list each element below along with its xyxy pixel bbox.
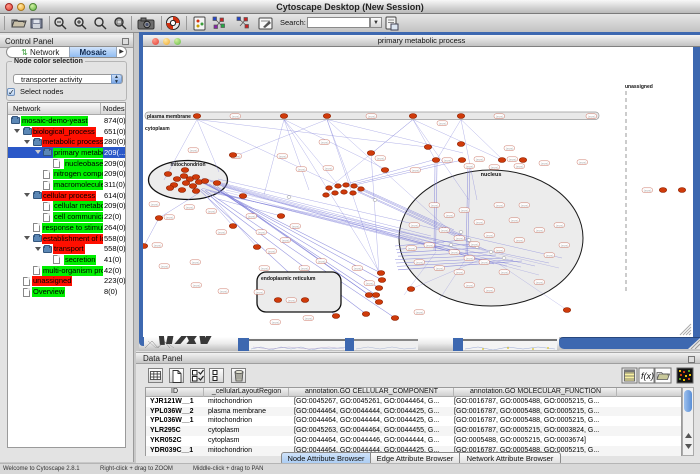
svg-text:(xxxx): (xxxx) — [546, 253, 554, 257]
svg-text:(xxxx): (xxxx) — [192, 260, 200, 264]
svg-text:(xxxx): (xxxx) — [166, 215, 174, 219]
svg-text:(xxxx): (xxxx) — [556, 223, 564, 227]
svg-text:(xxxx): (xxxx) — [288, 298, 296, 302]
svg-text:(xxxx): (xxxx) — [466, 283, 474, 287]
svg-text:(xxxx): (xxxx) — [416, 310, 424, 314]
svg-text:(xxxx): (xxxx) — [279, 154, 287, 158]
svg-text:(xxxx): (xxxx) — [268, 249, 276, 253]
svg-text:(xxxx): (xxxx) — [305, 316, 313, 320]
svg-text:mitochondrion: mitochondrion — [171, 162, 206, 168]
svg-text:(xxxx): (xxxx) — [509, 157, 517, 161]
svg-text:(xxxx): (xxxx) — [439, 121, 447, 125]
svg-text:(xxxx): (xxxx) — [154, 243, 162, 247]
svg-text:(xxxx): (xxxx) — [436, 266, 444, 270]
svg-text:(xxxx): (xxxx) — [461, 208, 469, 212]
svg-text:(xxxx): (xxxx) — [496, 203, 504, 207]
svg-text:(xxxx): (xxxx) — [272, 320, 280, 324]
svg-text:(xxxx): (xxxx) — [588, 114, 596, 118]
svg-text:(xxxx): (xxxx) — [506, 146, 514, 150]
svg-text:(xxxx): (xxxx) — [416, 260, 424, 264]
svg-text:(xxxx): (xxxx) — [446, 213, 454, 217]
svg-text:(xxxx): (xxxx) — [481, 260, 489, 264]
svg-text:(xxxx): (xxxx) — [516, 164, 524, 168]
svg-text:(xxxx): (xxxx) — [220, 289, 228, 293]
svg-text:(xxxx): (xxxx) — [301, 266, 309, 270]
svg-text:(xxxx): (xxxx) — [377, 156, 385, 160]
svg-text:(xxxx): (xxxx) — [318, 259, 326, 263]
svg-text:(xxxx): (xxxx) — [491, 165, 499, 169]
svg-text:plasma membrane: plasma membrane — [147, 114, 191, 120]
svg-text:(xxxx): (xxxx) — [161, 264, 169, 268]
svg-text:(xxxx): (xxxx) — [579, 160, 587, 164]
svg-text:(xxxx): (xxxx) — [261, 266, 269, 270]
svg-text:(xxxx): (xxxx) — [298, 167, 306, 171]
svg-text:(xxxx): (xxxx) — [321, 140, 329, 144]
svg-text:(xxxx): (xxxx) — [476, 157, 484, 161]
svg-text:(xxxx): (xxxx) — [511, 218, 519, 222]
svg-text:(xxxx): (xxxx) — [536, 280, 544, 284]
svg-text:(xxxx): (xxxx) — [456, 270, 464, 274]
svg-text:endoplasmic reticulum: endoplasmic reticulum — [261, 276, 316, 282]
svg-text:(xxxx): (xxxx) — [411, 223, 419, 227]
svg-text:(xxxx): (xxxx) — [282, 238, 290, 242]
svg-text:(xxxx): (xxxx) — [412, 168, 420, 172]
svg-text:(xxxx): (xxxx) — [232, 114, 240, 118]
svg-text:(xxxx): (xxxx) — [471, 242, 479, 246]
svg-text:(xxxx): (xxxx) — [431, 203, 439, 207]
svg-text:(xxxx): (xxxx) — [476, 220, 484, 224]
svg-text:(xxxx): (xxxx) — [451, 250, 459, 254]
svg-text:unassigned: unassigned — [625, 84, 653, 90]
svg-text:(xxxx): (xxxx) — [501, 270, 509, 274]
svg-text:cytoplasm: cytoplasm — [145, 126, 170, 132]
svg-text:(xxxx): (xxxx) — [366, 281, 374, 285]
svg-text:(xxxx): (xxxx) — [486, 233, 494, 237]
svg-text:(xxxx): (xxxx) — [151, 202, 159, 206]
svg-text:(xxxx): (xxxx) — [218, 230, 226, 234]
svg-text:(xxxx): (xxxx) — [466, 256, 474, 260]
svg-text:(xxxx): (xxxx) — [444, 158, 452, 162]
svg-text:(xxxx): (xxxx) — [354, 266, 362, 270]
svg-text:(xxxx): (xxxx) — [368, 114, 376, 118]
svg-text:(xxxx): (xxxx) — [256, 290, 264, 294]
svg-text:(xxxx): (xxxx) — [426, 243, 434, 247]
svg-text:(xxxx): (xxxx) — [193, 283, 201, 287]
svg-text:(xxxx): (xxxx) — [456, 236, 464, 240]
svg-text:(xxxx): (xxxx) — [441, 228, 449, 232]
svg-text:(xxxx): (xxxx) — [486, 288, 494, 292]
svg-text:(xxxx): (xxxx) — [325, 166, 333, 170]
svg-text:(xxxx): (xxxx) — [496, 114, 504, 118]
svg-text:(xxxx): (xxxx) — [292, 224, 300, 228]
svg-text:(xxxx): (xxxx) — [496, 248, 504, 252]
svg-text:(xxxx): (xxxx) — [186, 205, 194, 209]
svg-text:(xxxx): (xxxx) — [466, 164, 474, 168]
svg-text:(xxxx): (xxxx) — [561, 243, 569, 247]
svg-text:(xxxx): (xxxx) — [208, 209, 216, 213]
svg-text:(xxxx): (xxxx) — [516, 238, 524, 242]
svg-text:(xxxx): (xxxx) — [521, 203, 529, 207]
svg-text:f(x): f(x) — [641, 371, 654, 381]
svg-text:(xxxx): (xxxx) — [408, 246, 416, 250]
svg-text:(xxxx): (xxxx) — [248, 214, 256, 218]
svg-text:(xxxx): (xxxx) — [644, 188, 652, 192]
svg-text:(xxxx): (xxxx) — [536, 228, 544, 232]
svg-text:(xxxx): (xxxx) — [541, 161, 549, 165]
svg-text:nucleus: nucleus — [481, 172, 502, 178]
svg-text:(xxxx): (xxxx) — [258, 230, 266, 234]
svg-text:(xxxx): (xxxx) — [190, 148, 198, 152]
